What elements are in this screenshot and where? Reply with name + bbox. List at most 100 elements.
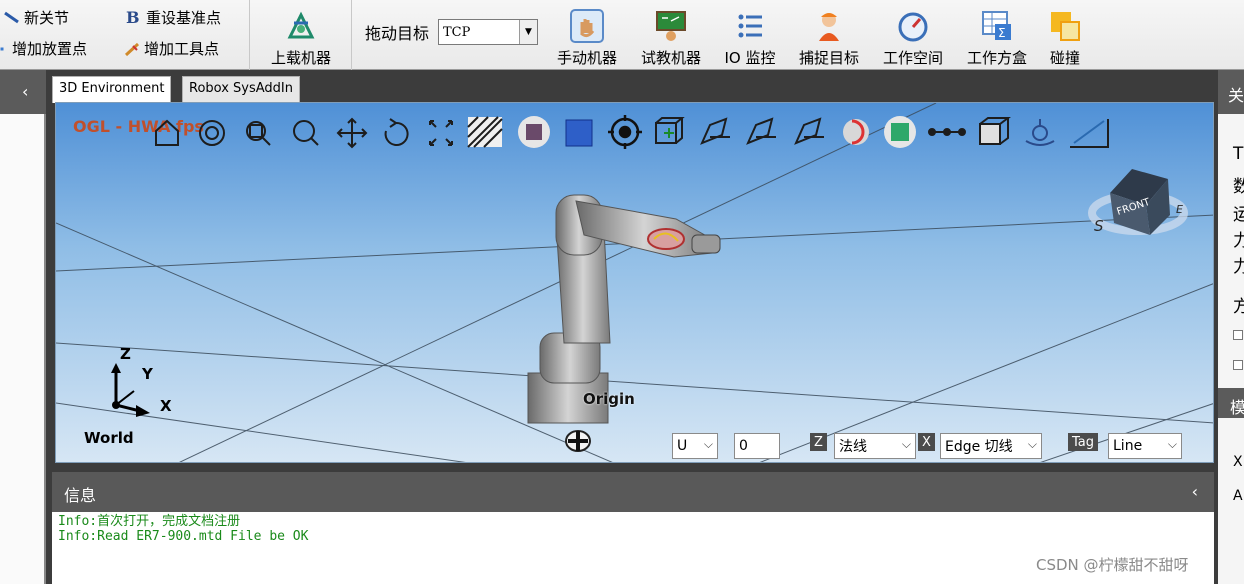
robot-frame-icon[interactable] [1025, 119, 1055, 146]
hand-icon [570, 9, 604, 43]
gauge-icon [898, 12, 928, 42]
3d-viewport[interactable]: OGL - HWA fps FRONT S E Origin Z Y X Wor… [55, 102, 1214, 463]
fit-all-icon[interactable] [429, 120, 453, 146]
box-wireframe-icon[interactable] [979, 117, 1011, 145]
teach-machine-button[interactable]: 试教机器 [634, 2, 708, 68]
compass-e-label: E [1176, 203, 1183, 216]
tab-robox-sysaddin[interactable]: Robox SysAddIn [182, 76, 300, 102]
hatch-icon[interactable] [467, 116, 503, 148]
chevron-left-icon: ‹ [22, 82, 29, 101]
info-panel-header: 信息 ‹ [52, 472, 1214, 512]
base-b-icon: B [126, 7, 140, 27]
plane-z-icon[interactable] [794, 117, 824, 145]
u-select[interactable]: U ⌵ [672, 433, 718, 459]
right-pane-checkbox[interactable] [1233, 360, 1243, 370]
app-window: 新关节 B 重设基准点 增加放置点 增加工具点 上载机器 拖动目标 TCP ▼ … [0, 0, 1244, 584]
right-pane-text: T [1233, 144, 1244, 164]
right-pane-text: 数 [1233, 177, 1244, 197]
collision-button[interactable]: 碰撞 [1040, 2, 1090, 68]
robot-model [527, 194, 721, 452]
right-pane-checkbox[interactable] [1233, 330, 1243, 340]
view-cube[interactable]: FRONT S E [1080, 143, 1190, 243]
workspace-button[interactable]: 工作空间 [876, 2, 950, 68]
shaded-mode-icon[interactable] [518, 116, 550, 148]
capture-target-button[interactable]: 捕捉目标 [792, 2, 866, 68]
reset-base-button[interactable]: B 重设基准点 [126, 7, 221, 28]
right-pane-section[interactable]: 模 [1218, 388, 1244, 418]
joint-line-icon [4, 11, 19, 23]
plane-y-icon[interactable] [746, 117, 776, 145]
load-machine-button[interactable]: 上载机器 [264, 2, 338, 68]
compass-s-label: S [1094, 217, 1104, 235]
chevron-left-icon[interactable]: ‹ [1192, 482, 1198, 501]
right-pane-text: 运 [1233, 205, 1244, 225]
add-tool-point-button[interactable]: 增加工具点 [124, 38, 219, 59]
axis-z-label: Z [120, 345, 131, 363]
right-properties-pane: 关 T 数 运 力 力 方 模 X A [1218, 70, 1244, 584]
add-place-point-button[interactable]: 增加放置点 [0, 38, 87, 59]
line-select[interactable]: Line ⌵ [1108, 433, 1182, 459]
chevron-down-icon: ▼ [519, 20, 537, 44]
zoom-circle-icon[interactable] [199, 120, 225, 146]
spreadsheet-sum-icon: Σ [982, 11, 1011, 40]
document-tabs: 3D Environment Robox SysAddIn [52, 76, 1215, 103]
right-pane-text: A [1233, 488, 1243, 504]
plane-x-icon[interactable] [700, 117, 730, 145]
info-panel-title: 信息 [64, 486, 97, 505]
io-monitor-button[interactable]: IO 监控 [716, 2, 784, 68]
axis-y-label: Y [142, 365, 153, 383]
rotate-icon[interactable] [384, 118, 409, 146]
drag-target-select[interactable]: TCP ▼ [438, 19, 538, 45]
tool-point-icon [124, 42, 140, 56]
zoom-window-icon[interactable] [246, 121, 271, 146]
drag-target-label: 拖动目标 [365, 24, 430, 43]
tab-3d-environment[interactable]: 3D Environment [52, 76, 172, 103]
log-line: Info:首次打开，完成文档注册 [58, 514, 241, 529]
green-square-icon[interactable] [884, 116, 916, 148]
target-icon[interactable] [608, 115, 642, 149]
normal-select[interactable]: 法线 ⌵ [834, 433, 916, 459]
zoom-icon[interactable] [293, 120, 319, 146]
list-icon [738, 14, 762, 38]
right-pane-text: X [1233, 454, 1243, 470]
teaching-board-icon [656, 11, 686, 41]
work-box-button[interactable]: Σ 工作方盒 [960, 2, 1034, 68]
axis-x-label: X [160, 397, 172, 415]
snap-circle-icon[interactable] [843, 119, 869, 145]
world-label: World [84, 429, 134, 447]
u-value-input[interactable]: 0 [734, 433, 780, 459]
new-joint-button[interactable]: 新关节 [4, 7, 69, 28]
toolbar-group-load: 上载机器 [250, 0, 352, 70]
tag-badge: Tag [1068, 433, 1099, 451]
solid-blue-icon[interactable] [565, 119, 593, 147]
distance-icon[interactable] [928, 128, 966, 136]
watermark: CSDN @柠檬甜不甜呀 [1036, 556, 1189, 574]
right-pane-text: 方 [1233, 297, 1244, 317]
home-icon[interactable] [155, 119, 179, 146]
cube-add-icon[interactable] [655, 117, 685, 144]
chevron-down-icon: ⌵ [901, 437, 911, 451]
chevron-down-icon: ⌵ [703, 437, 713, 451]
chevron-down-icon: ⌵ [1027, 437, 1037, 451]
right-pane-text: 力 [1233, 257, 1244, 277]
toolbar-group-points: 新关节 B 重设基准点 增加放置点 增加工具点 [0, 0, 250, 70]
pan-icon[interactable] [336, 117, 368, 149]
worker-icon [819, 13, 839, 41]
origin-label: Origin [583, 390, 635, 408]
right-pane-header: 关 [1218, 70, 1244, 114]
main-toolbar: 新关节 B 重设基准点 增加放置点 增加工具点 上载机器 拖动目标 TCP ▼ … [0, 0, 1244, 70]
z-badge: Z [810, 433, 827, 451]
view-toolbar [155, 115, 1109, 149]
right-pane-text: 力 [1233, 231, 1244, 251]
machine-load-icon [287, 11, 315, 39]
left-pane-toggle[interactable]: ‹ [0, 70, 46, 114]
edge-select[interactable]: Edge 切线 ⌵ [940, 433, 1042, 459]
manual-machine-button[interactable]: 手动机器 [550, 2, 624, 68]
chevron-down-icon: ⌵ [1167, 437, 1177, 451]
log-line: Info:Read ER7-900.mtd File be OK [58, 529, 309, 544]
left-collapsed-pane: ‹ [0, 70, 46, 584]
svg-text:Σ: Σ [998, 26, 1006, 40]
x-badge: X [918, 433, 935, 451]
overlap-squares-icon [1051, 12, 1080, 41]
place-point-icon [0, 47, 4, 50]
